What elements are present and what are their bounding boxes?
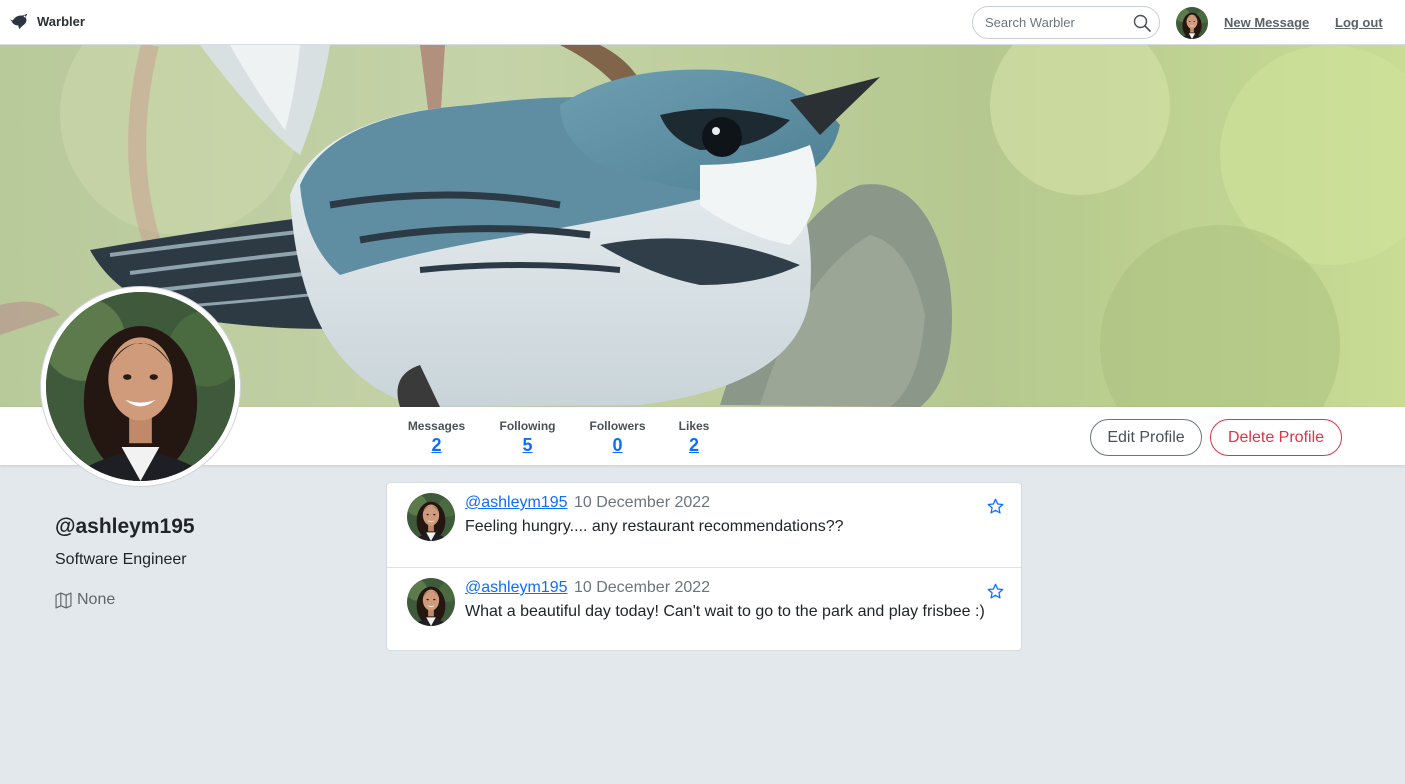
stat-label: Likes (678, 419, 710, 433)
star-icon[interactable] (987, 583, 1004, 600)
profile-avatar (41, 287, 240, 486)
new-message-link[interactable]: New Message (1224, 15, 1309, 30)
location-text: None (77, 591, 116, 608)
stat-label: Following (499, 419, 556, 433)
search-input[interactable] (985, 7, 1135, 38)
nav-avatar[interactable] (1176, 7, 1208, 39)
message-item[interactable]: @ashleym195 10 December 2022 What a beau… (387, 567, 1021, 651)
message-avatar[interactable] (407, 578, 455, 626)
message-text: Feeling hungry.... any restaurant recomm… (465, 518, 844, 535)
stat-likes: Likes 2 (677, 419, 711, 456)
message-avatar[interactable] (407, 493, 455, 541)
brand-name: Warbler (37, 13, 85, 29)
stat-followers: Followers 0 (587, 419, 648, 456)
messages-list: @ashleym195 10 December 2022 Feeling hun… (386, 482, 1022, 651)
map-icon (55, 591, 72, 609)
brand-link[interactable]: Warbler (10, 11, 85, 31)
edit-profile-button[interactable]: Edit Profile (1090, 419, 1202, 456)
following-count-link[interactable]: 5 (497, 435, 558, 456)
message-text: What a beautiful day today! Can't wait t… (465, 603, 985, 620)
warbler-logo-icon (10, 13, 28, 30)
logout-link[interactable]: Log out (1335, 15, 1383, 30)
profile-location: None (55, 591, 115, 609)
navbar: Warbler New Message Log out (0, 0, 1405, 45)
star-icon[interactable] (987, 498, 1004, 515)
followers-count-link[interactable]: 0 (587, 435, 648, 456)
search-icon[interactable] (1133, 14, 1151, 32)
stat-label: Messages (407, 419, 466, 433)
likes-count-link[interactable]: 2 (677, 435, 711, 456)
profile-username: @ashleym195 (55, 515, 195, 538)
message-username-link[interactable]: @ashleym195 (465, 494, 568, 511)
profile-bio: Software Engineer (55, 551, 187, 568)
stat-messages: Messages 2 (405, 419, 468, 456)
stat-following: Following 5 (497, 419, 558, 456)
message-username-link[interactable]: @ashleym195 (465, 579, 568, 596)
search-box (972, 6, 1160, 39)
message-item[interactable]: @ashleym195 10 December 2022 Feeling hun… (387, 483, 1021, 567)
message-header: @ashleym195 10 December 2022 (465, 494, 710, 512)
stat-label: Followers (589, 419, 646, 433)
message-header: @ashleym195 10 December 2022 (465, 579, 710, 597)
message-date: 10 December 2022 (573, 579, 711, 596)
message-date: 10 December 2022 (573, 494, 711, 511)
messages-count-link[interactable]: 2 (405, 435, 468, 456)
delete-profile-button[interactable]: Delete Profile (1210, 419, 1342, 456)
